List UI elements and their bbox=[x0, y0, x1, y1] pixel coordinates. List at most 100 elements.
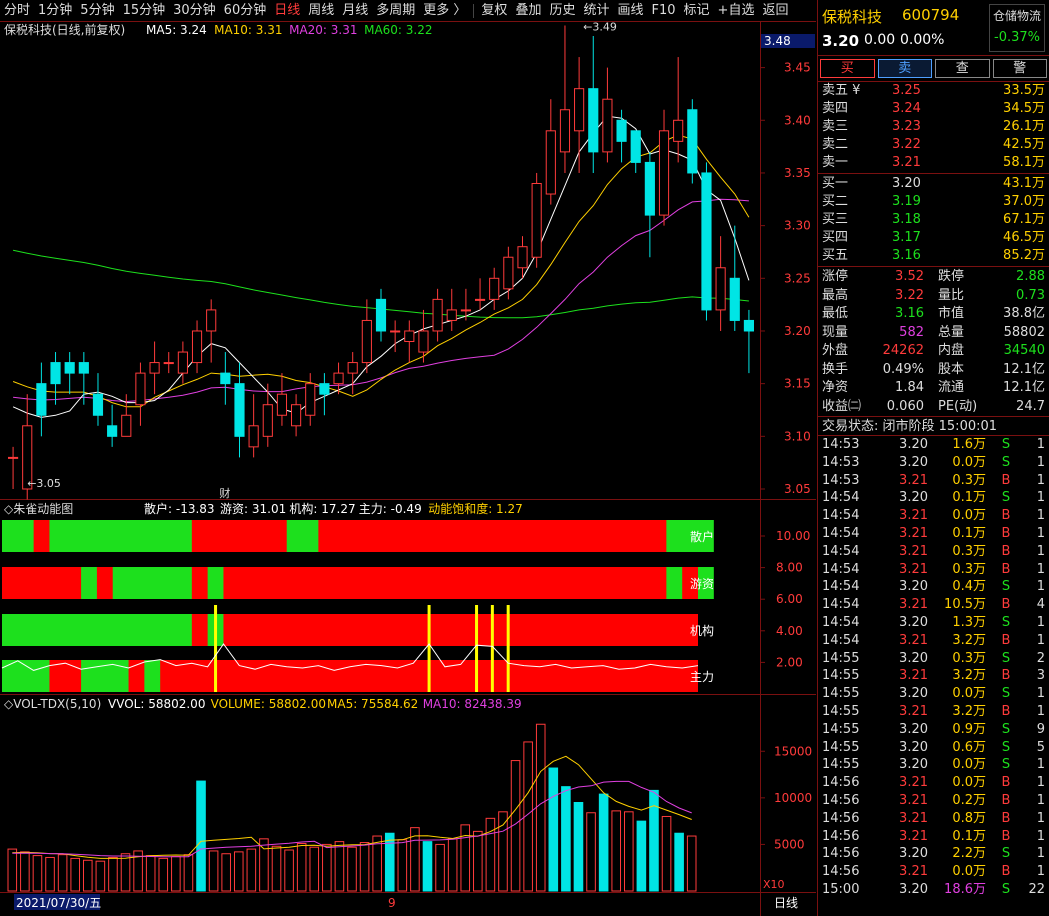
volume-bar[interactable] bbox=[145, 855, 156, 892]
bid-row[interactable]: 买二 3.19 37.0万 bbox=[818, 193, 1049, 211]
volume-bar[interactable] bbox=[548, 767, 559, 892]
candle[interactable] bbox=[503, 256, 514, 290]
candle[interactable] bbox=[347, 362, 358, 374]
candle[interactable] bbox=[574, 88, 585, 132]
period-tab-7[interactable]: 周线 bbox=[304, 0, 338, 22]
candle[interactable] bbox=[262, 404, 273, 437]
candle[interactable] bbox=[616, 119, 627, 142]
volume-bar[interactable] bbox=[246, 848, 257, 892]
candle[interactable] bbox=[8, 456, 19, 459]
volume-bar[interactable] bbox=[32, 855, 43, 892]
volume-bar[interactable] bbox=[598, 793, 609, 892]
candle[interactable] bbox=[361, 319, 372, 364]
volume-bar[interactable] bbox=[82, 859, 93, 892]
candle[interactable] bbox=[92, 393, 104, 416]
period-indicator[interactable]: 日线 bbox=[774, 896, 798, 910]
sell-button[interactable]: 卖 bbox=[877, 59, 932, 78]
candle[interactable] bbox=[418, 330, 429, 353]
tool-button-0[interactable]: 复权 bbox=[477, 0, 511, 22]
volume-bar[interactable] bbox=[183, 854, 194, 892]
candle[interactable] bbox=[644, 161, 655, 216]
candle[interactable] bbox=[163, 362, 174, 365]
volume-bar[interactable] bbox=[460, 824, 471, 892]
tool-button-1[interactable]: 叠加 bbox=[511, 0, 545, 22]
stock-name[interactable]: 保税科技 bbox=[822, 6, 882, 27]
volume-bar[interactable] bbox=[95, 860, 106, 892]
candle[interactable] bbox=[135, 372, 146, 406]
bid-row[interactable]: 买三 3.18 67.1万 bbox=[818, 211, 1049, 229]
candle[interactable] bbox=[333, 372, 344, 385]
volume-bar[interactable] bbox=[196, 780, 206, 892]
volume-bar[interactable] bbox=[233, 851, 244, 892]
candle[interactable] bbox=[50, 362, 61, 385]
volume-bar[interactable] bbox=[108, 856, 118, 892]
volume-bar[interactable] bbox=[485, 817, 496, 892]
candle[interactable] bbox=[630, 130, 641, 163]
candle[interactable] bbox=[78, 362, 89, 374]
volume-bar[interactable] bbox=[422, 841, 433, 892]
volume-bar[interactable] bbox=[309, 846, 320, 892]
candle[interactable] bbox=[177, 351, 188, 374]
volume-bar[interactable] bbox=[498, 811, 508, 892]
period-tab-1[interactable]: 1分钟 bbox=[34, 0, 76, 22]
volume-bar[interactable] bbox=[284, 849, 294, 892]
volume-bar[interactable] bbox=[221, 853, 231, 892]
volume-bar[interactable] bbox=[20, 851, 30, 892]
tool-button-5[interactable]: F10 bbox=[648, 0, 680, 22]
candle[interactable] bbox=[291, 404, 302, 427]
candle[interactable] bbox=[432, 298, 443, 332]
volume-bar[interactable] bbox=[334, 841, 345, 892]
period-tab-10[interactable]: 更多 〉 bbox=[419, 0, 470, 22]
bid-row[interactable]: 买五 3.16 85.2万 bbox=[818, 247, 1049, 265]
candle[interactable] bbox=[121, 414, 132, 437]
stock-chart-svg[interactable]: 保税科技(日线,前复权) MA5: 3.24 MA10: 3.31 MA20: 3.3… bbox=[0, 20, 816, 916]
candle[interactable] bbox=[276, 393, 288, 416]
volume-bar[interactable] bbox=[271, 845, 282, 892]
candle[interactable] bbox=[248, 425, 259, 448]
candle[interactable] bbox=[588, 88, 599, 153]
candle[interactable] bbox=[319, 383, 330, 395]
period-tab-2[interactable]: 5分钟 bbox=[76, 0, 118, 22]
volume-bar[interactable] bbox=[171, 856, 181, 892]
candle[interactable] bbox=[206, 309, 217, 332]
volume-bar[interactable] bbox=[561, 786, 571, 892]
volume-bar[interactable] bbox=[45, 856, 55, 892]
candle[interactable] bbox=[743, 319, 755, 332]
candle[interactable] bbox=[602, 98, 613, 153]
period-tab-3[interactable]: 15分钟 bbox=[119, 0, 170, 22]
candle[interactable] bbox=[305, 383, 316, 416]
candle[interactable] bbox=[531, 182, 542, 258]
sector-badge[interactable]: 仓储物流 -0.37% bbox=[989, 4, 1045, 52]
volume-bar[interactable] bbox=[686, 835, 697, 892]
tool-button-4[interactable]: 画线 bbox=[613, 0, 647, 22]
period-tab-4[interactable]: 30分钟 bbox=[169, 0, 220, 22]
candle[interactable] bbox=[715, 267, 726, 311]
ask-row[interactable]: 卖一 3.21 58.1万 bbox=[818, 154, 1049, 172]
candle[interactable] bbox=[489, 277, 500, 300]
volume-bar[interactable] bbox=[347, 846, 357, 892]
period-tab-8[interactable]: 月线 bbox=[338, 0, 372, 22]
volume-bar[interactable] bbox=[661, 815, 672, 892]
volume-bar[interactable] bbox=[296, 842, 307, 892]
ask-row[interactable]: 卖五 ¥ 3.25 33.5万 bbox=[818, 82, 1049, 100]
volume-bar[interactable] bbox=[624, 811, 634, 892]
period-tab-6[interactable]: 日线 bbox=[270, 0, 304, 22]
bid-row[interactable]: 买一 3.20 43.1万 bbox=[818, 175, 1049, 193]
volume-bar[interactable] bbox=[535, 723, 546, 892]
alert-button[interactable]: 警 bbox=[992, 59, 1047, 78]
volume-bar[interactable] bbox=[158, 857, 169, 892]
candle[interactable] bbox=[701, 172, 712, 311]
candle[interactable] bbox=[220, 372, 231, 385]
candle[interactable] bbox=[64, 362, 75, 374]
buy-button[interactable]: 买 bbox=[820, 59, 875, 78]
candle[interactable] bbox=[446, 309, 457, 321]
volume-bar[interactable] bbox=[384, 832, 395, 892]
volume-bar[interactable] bbox=[674, 832, 684, 892]
volume-bar[interactable] bbox=[473, 830, 483, 892]
period-tab-5[interactable]: 60分钟 bbox=[220, 0, 271, 22]
candle[interactable] bbox=[390, 330, 401, 333]
tool-button-3[interactable]: 统计 bbox=[579, 0, 613, 22]
volume-bar[interactable] bbox=[322, 843, 332, 892]
volume-bar[interactable] bbox=[611, 810, 622, 892]
query-button[interactable]: 查 bbox=[935, 59, 990, 78]
